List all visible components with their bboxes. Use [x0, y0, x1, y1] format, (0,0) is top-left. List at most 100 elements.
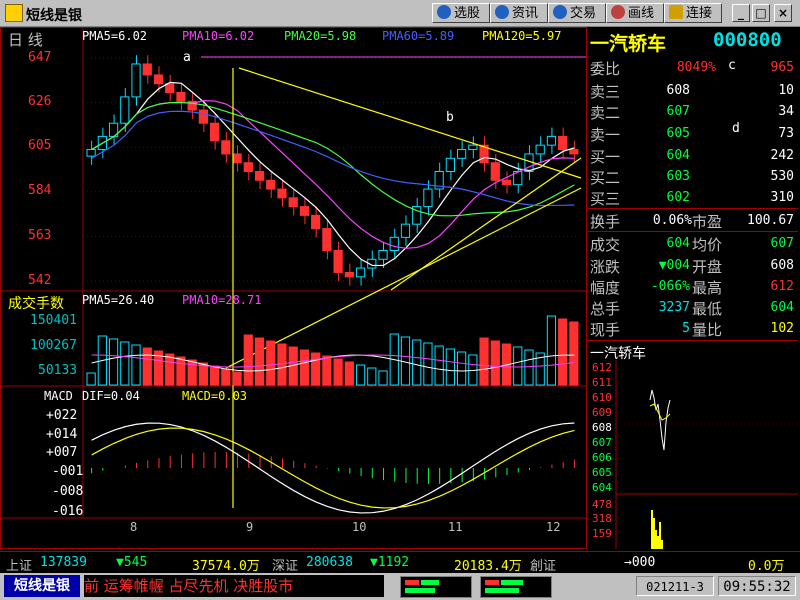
macd-tick: -001	[52, 464, 84, 479]
mini-price-tick: 609	[592, 406, 612, 419]
title-bar: 短线是银 选股 资讯 交易 画线 连接 _ □ ×	[0, 0, 800, 27]
legend-macd: MACD=0.03	[182, 389, 248, 403]
candle-body	[355, 267, 366, 278]
volume-bar	[210, 365, 220, 386]
buy-2-price: 603	[666, 169, 690, 184]
mini-price-tick: 605	[592, 466, 612, 479]
kline-chart[interactable]	[1, 28, 586, 548]
volume-ratio-value: 102	[770, 321, 794, 336]
volume-bar	[86, 372, 96, 386]
total-volume-value: 3237	[658, 300, 690, 315]
candle-body	[378, 250, 388, 260]
candle-body	[198, 109, 208, 124]
volume-bar	[367, 367, 377, 386]
candle-body	[254, 171, 265, 181]
divider	[588, 208, 798, 209]
volume-bar	[378, 370, 388, 386]
sh-label: 上证	[6, 559, 33, 574]
mini-volume-tick: 159	[592, 527, 612, 540]
news-button[interactable]: 资讯	[490, 3, 548, 23]
volume-tick: 100267	[30, 338, 77, 353]
open-label: 开盘	[692, 258, 723, 276]
candle-body	[176, 92, 186, 102]
volume-ratio-label: 量比	[692, 321, 723, 339]
volume-bar	[412, 339, 422, 386]
amplitude-label: 幅度	[590, 279, 621, 297]
high-label: 最高	[692, 279, 723, 297]
deal-label: 成交	[590, 236, 621, 254]
avg-price-label: 均价	[692, 236, 723, 254]
draw-icon	[611, 5, 625, 19]
candle-body	[501, 179, 512, 186]
intraday-panel[interactable]	[588, 360, 798, 549]
legend-pma10: PMA10=6.02	[182, 29, 255, 43]
volume-bar	[108, 338, 119, 386]
candle-body	[277, 188, 287, 199]
weibi-label: 委比	[590, 60, 621, 78]
avg-price-value: 607	[770, 236, 794, 251]
candle-body	[569, 149, 579, 155]
candle-body	[142, 63, 152, 76]
candle-body	[299, 206, 310, 216]
sh-amount: 37574.0万	[192, 559, 260, 574]
legend-dif: DIF=0.04	[82, 389, 140, 403]
candle-body	[266, 179, 276, 190]
point-label-c: c	[728, 58, 736, 73]
sell-1-price: 605	[666, 126, 690, 141]
mini-price-line	[649, 389, 671, 451]
sz-index: 280638	[306, 555, 353, 570]
sell-3-label: 卖三	[590, 83, 621, 101]
sell-1-volume: 73	[778, 126, 794, 141]
mini-price-tick: 608	[592, 421, 612, 434]
intraday-chart[interactable]	[588, 360, 798, 549]
price-tick: 647	[28, 50, 52, 65]
candle-body	[333, 250, 343, 273]
point-label-b: b	[446, 110, 454, 125]
right-amount: 0.0万	[748, 559, 785, 574]
volume-bar	[299, 349, 310, 386]
candle-body	[210, 122, 220, 142]
chart-panel[interactable]	[0, 27, 587, 549]
indicator-bar	[405, 588, 435, 593]
dif-line	[91, 422, 575, 514]
candle-body	[389, 236, 399, 251]
select-stock-button[interactable]: 选股	[432, 3, 490, 23]
buy-1-volume: 242	[770, 148, 794, 163]
connect-button[interactable]: 连接	[664, 3, 722, 23]
dea-line	[91, 427, 575, 509]
mini-price-tick: 604	[592, 481, 612, 494]
draw-line-button[interactable]: 画线	[606, 3, 664, 23]
trade-button[interactable]: 交易	[548, 3, 606, 23]
macd-tick: +022	[46, 408, 78, 423]
connect-icon	[669, 5, 683, 19]
globe-icon	[495, 5, 509, 19]
app-title: 短线是银	[26, 8, 82, 24]
minimize-button[interactable]: _	[732, 4, 750, 22]
sh-change: ▼545	[116, 555, 148, 570]
price-tick: 563	[28, 228, 52, 243]
indicator-bar	[485, 580, 499, 585]
buy-1-label: 买一	[590, 148, 621, 166]
low-label: 最低	[692, 300, 723, 318]
candle-body	[165, 83, 175, 93]
candle-body	[546, 135, 557, 146]
legend-pma60: PMA60=5.89	[382, 29, 455, 43]
amplitude-value: -066%	[650, 279, 690, 294]
taskbar: 短线是银 前 运筹帷幄 占尽先机 决胜股市 021211-3 09:55:32	[0, 573, 800, 600]
close-button[interactable]: ×	[774, 4, 792, 22]
weibi-value: 8049%	[676, 60, 716, 75]
date-code: 021211-3	[636, 576, 714, 596]
mini-volume-tick: 318	[592, 512, 612, 525]
volume-bar	[490, 340, 500, 386]
candle-body	[120, 96, 130, 124]
volume-title: 成交手数	[8, 296, 64, 312]
buy-3-price: 602	[666, 190, 690, 205]
volume-bar	[569, 321, 579, 386]
app-task-button[interactable]: 短线是银	[4, 575, 80, 597]
maximize-button[interactable]: □	[752, 4, 770, 22]
index-indicator-2	[480, 576, 552, 598]
change-value: ▼004	[658, 258, 690, 273]
ma60-line	[91, 110, 575, 207]
indicator-bar	[485, 588, 519, 593]
point-label-a: a	[183, 50, 191, 65]
